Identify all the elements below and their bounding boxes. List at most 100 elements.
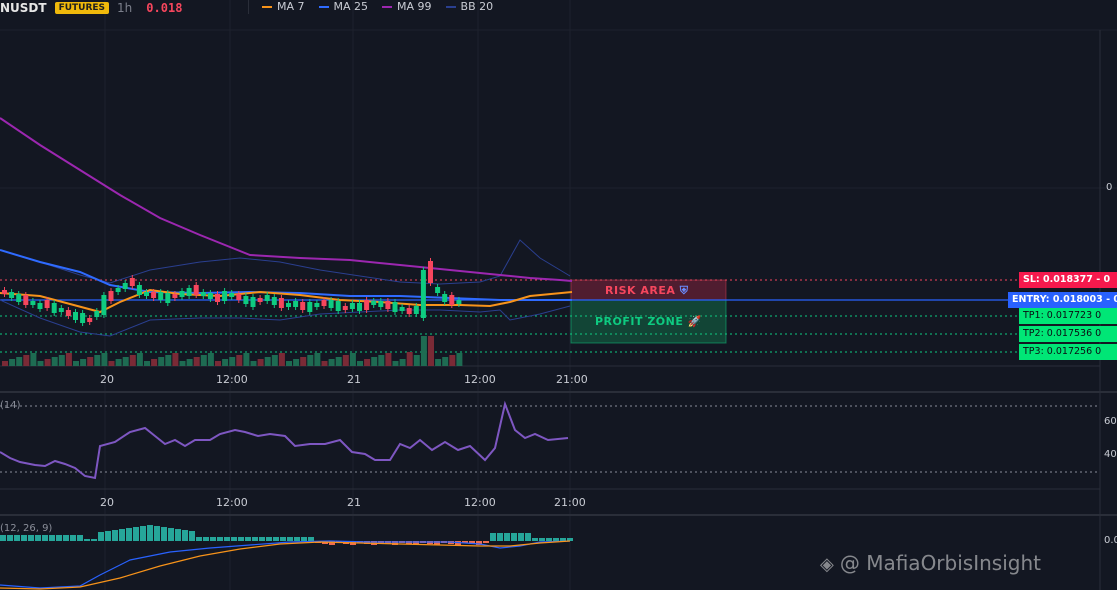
candle[interactable] xyxy=(456,300,462,304)
candle[interactable] xyxy=(200,292,206,296)
candle[interactable] xyxy=(115,288,121,292)
candle[interactable] xyxy=(420,270,426,318)
tp3-value: TP3: 0.017256 xyxy=(1023,346,1093,357)
candle[interactable] xyxy=(186,288,192,296)
volume-bar xyxy=(151,359,158,366)
shield-icon: ⛨ xyxy=(679,284,689,297)
legend-ma7[interactable]: MA 7 xyxy=(262,0,305,13)
candle[interactable] xyxy=(378,301,384,307)
candle[interactable] xyxy=(278,298,284,308)
candle[interactable] xyxy=(406,308,412,314)
candle[interactable] xyxy=(87,318,93,322)
candle[interactable] xyxy=(94,311,100,317)
volume-bar xyxy=(264,357,271,366)
symbol-name[interactable]: NUSDT xyxy=(0,1,47,15)
candle[interactable] xyxy=(328,300,334,308)
candle[interactable] xyxy=(136,285,142,295)
legend-label: MA 99 xyxy=(397,0,432,13)
candle[interactable] xyxy=(58,308,64,312)
candle[interactable] xyxy=(215,294,220,302)
legend-ma99[interactable]: MA 99 xyxy=(382,0,432,13)
candle[interactable] xyxy=(349,303,355,309)
candle[interactable] xyxy=(300,302,306,310)
interval-selector[interactable]: 1h xyxy=(117,1,132,15)
candle[interactable] xyxy=(250,297,256,307)
candle[interactable] xyxy=(257,298,263,302)
entry-axis-value: - 0 xyxy=(1106,294,1117,305)
candle[interactable] xyxy=(51,303,57,313)
candle[interactable] xyxy=(371,301,377,305)
candle[interactable] xyxy=(286,303,291,307)
candle[interactable] xyxy=(122,283,128,289)
volume-bar xyxy=(129,355,136,366)
time-label: 12:00 xyxy=(216,373,248,386)
candle[interactable] xyxy=(236,294,242,300)
candle[interactable] xyxy=(65,310,71,316)
candle[interactable] xyxy=(449,295,455,305)
volume-bar xyxy=(136,353,143,366)
candle[interactable] xyxy=(307,302,313,312)
candle[interactable] xyxy=(16,294,22,302)
candle[interactable] xyxy=(151,292,157,298)
candle[interactable] xyxy=(23,295,29,305)
candle[interactable] xyxy=(2,290,7,294)
candle[interactable] xyxy=(101,295,107,315)
tp3-price-tag[interactable]: TP3: 0.017256 0 xyxy=(1019,344,1117,360)
candle[interactable] xyxy=(30,301,36,305)
candle[interactable] xyxy=(108,291,114,301)
candle[interactable] xyxy=(392,302,398,312)
tp2-price-tag[interactable]: TP2: 0.017536 0 xyxy=(1019,326,1117,342)
volume-bar xyxy=(321,361,328,366)
volume-bar xyxy=(73,361,79,366)
candle[interactable] xyxy=(144,292,149,296)
candle[interactable] xyxy=(80,313,86,323)
rsi-time-label: 21:00 xyxy=(554,496,586,509)
candle[interactable] xyxy=(129,278,135,286)
candle[interactable] xyxy=(293,301,299,307)
candle[interactable] xyxy=(165,293,171,303)
candle[interactable] xyxy=(442,294,448,302)
sl-price-tag[interactable]: SL: 0.018377 - 0 xyxy=(1019,272,1117,288)
candle[interactable] xyxy=(385,301,391,309)
volume-bar xyxy=(16,357,23,366)
candle[interactable] xyxy=(158,292,164,300)
candle[interactable] xyxy=(271,297,277,305)
candle[interactable] xyxy=(9,292,15,298)
time-label: 21 xyxy=(347,373,361,386)
candle[interactable] xyxy=(264,295,270,301)
tp1-price-tag[interactable]: TP1: 0.017723 0 xyxy=(1019,308,1117,324)
legend-ma25[interactable]: MA 25 xyxy=(318,0,368,13)
volume-bar xyxy=(378,355,385,366)
candle[interactable] xyxy=(172,294,178,298)
candle[interactable] xyxy=(229,293,235,297)
macd-histogram-bar xyxy=(63,535,69,541)
macd-histogram-bar xyxy=(266,537,272,541)
candle[interactable] xyxy=(335,301,341,311)
candle[interactable] xyxy=(193,285,199,295)
tp2-value: TP2: 0.017536 xyxy=(1023,328,1093,339)
last-price: 0.018 xyxy=(146,1,183,15)
candle[interactable] xyxy=(428,261,433,283)
candle[interactable] xyxy=(413,306,419,314)
volume-bar xyxy=(65,353,72,366)
time-label: 20 xyxy=(100,373,114,386)
candle[interactable] xyxy=(342,306,348,310)
candle[interactable] xyxy=(435,287,441,293)
volume-bar xyxy=(300,357,307,366)
candle[interactable] xyxy=(73,312,78,320)
candle[interactable] xyxy=(321,300,327,306)
candle[interactable] xyxy=(314,303,320,307)
candle[interactable] xyxy=(222,291,228,301)
candle[interactable] xyxy=(243,296,249,304)
candle[interactable] xyxy=(37,303,43,309)
price-axis-label: 0 xyxy=(1106,182,1113,193)
candle[interactable] xyxy=(357,303,362,311)
entry-price-tag[interactable]: ENTRY: 0.018003 - 0 xyxy=(1008,292,1117,308)
candle[interactable] xyxy=(364,300,370,310)
time-label: 21:00 xyxy=(556,373,588,386)
candle[interactable] xyxy=(44,300,50,308)
candle[interactable] xyxy=(179,291,185,297)
candle[interactable] xyxy=(207,293,213,299)
candle[interactable] xyxy=(399,307,405,311)
legend-bb20[interactable]: BB 20 xyxy=(445,0,493,13)
